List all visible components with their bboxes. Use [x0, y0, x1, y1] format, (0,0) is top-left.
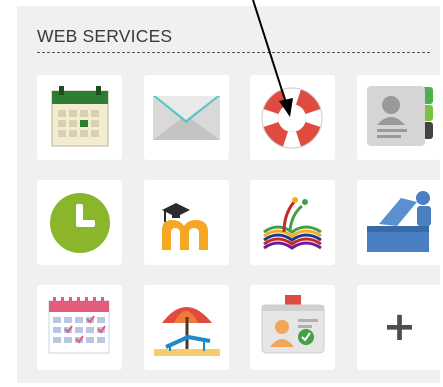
tile-vacation[interactable]: [144, 285, 229, 370]
mail-envelope-icon: [153, 96, 220, 140]
tile-moodle[interactable]: [144, 180, 229, 265]
calendar-schedule-icon: [48, 297, 110, 354]
tile-clock[interactable]: [37, 180, 122, 265]
section-title: WEB SERVICES: [37, 26, 173, 46]
beach-umbrella-icon: [154, 307, 220, 356]
calendar-icon: [51, 86, 109, 147]
presenter-desk-icon: [367, 191, 431, 252]
clock-icon: [50, 193, 110, 253]
tile-schedule[interactable]: [37, 285, 122, 370]
tile-calendar[interactable]: [37, 75, 122, 160]
section-divider: [37, 52, 430, 53]
tile-add[interactable]: +: [357, 285, 442, 370]
moodle-graduation-cap-icon: [162, 203, 208, 250]
tile-help[interactable]: [250, 75, 335, 160]
tile-contacts[interactable]: [357, 75, 442, 160]
tile-mail[interactable]: [144, 75, 229, 160]
open-book-icon: [263, 197, 322, 250]
contacts-card-icon: [367, 86, 433, 146]
plus-icon: +: [382, 304, 417, 350]
tile-library[interactable]: [250, 180, 335, 265]
tile-id-badge[interactable]: [250, 285, 335, 370]
lifebuoy-help-icon: [261, 87, 323, 149]
id-badge-icon: [261, 295, 325, 354]
tile-presenter[interactable]: [357, 180, 442, 265]
